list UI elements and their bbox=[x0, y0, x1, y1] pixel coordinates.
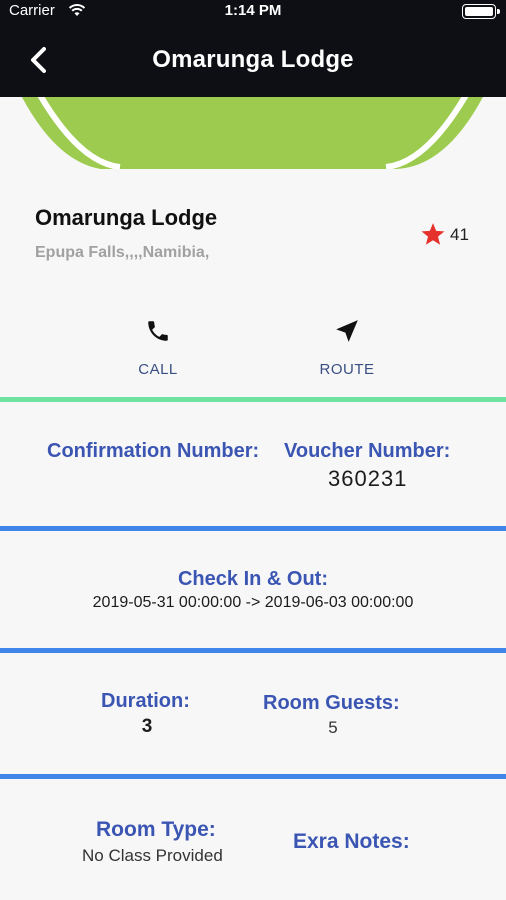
route-button[interactable]: ROUTE bbox=[302, 318, 392, 378]
phone-icon bbox=[148, 321, 168, 341]
status-time: 1:14 PM bbox=[224, 2, 282, 19]
extra-notes-label: Exra Notes: bbox=[293, 830, 410, 853]
star-icon bbox=[421, 223, 445, 245]
divider bbox=[0, 526, 506, 531]
rating: 41 bbox=[420, 222, 469, 247]
check-in-out-value: 2019-05-31 00:00:00 -> 2019-06-03 00:00:… bbox=[92, 594, 414, 611]
voucher-number-value: 360231 bbox=[328, 466, 408, 491]
room-type-label: Room Type: bbox=[96, 818, 216, 841]
page-title: Omarunga Lodge bbox=[152, 46, 354, 73]
banner-image bbox=[0, 97, 506, 169]
room-guests-value: 5 bbox=[328, 718, 338, 737]
status-bar: Carrier 1:14 PM bbox=[0, 0, 506, 22]
duration-label: Duration: bbox=[101, 690, 190, 712]
rating-count: 41 bbox=[450, 224, 469, 244]
lodge-name: Omarunga Lodge bbox=[35, 205, 218, 230]
room-guests-label: Room Guests: bbox=[263, 692, 400, 714]
battery-icon bbox=[462, 4, 500, 19]
call-button[interactable]: CALL bbox=[113, 318, 203, 378]
navigation-arrow-icon bbox=[336, 320, 358, 342]
lodge-address: Epupa Falls,,,,Namibia, bbox=[35, 244, 210, 261]
route-label: ROUTE bbox=[319, 361, 375, 378]
top-bar: Carrier 1:14 PM Omarunga Lodge bbox=[0, 0, 506, 97]
divider bbox=[0, 397, 506, 402]
divider bbox=[0, 648, 506, 653]
voucher-number-label: Voucher Number: bbox=[284, 440, 451, 462]
divider bbox=[0, 774, 506, 779]
confirmation-number-label: Confirmation Number: bbox=[47, 440, 260, 462]
room-type-value: No Class Provided bbox=[82, 846, 223, 865]
call-label: CALL bbox=[138, 361, 178, 378]
duration-value: 3 bbox=[141, 716, 153, 737]
check-in-out-label: Check In & Out: bbox=[177, 568, 328, 590]
